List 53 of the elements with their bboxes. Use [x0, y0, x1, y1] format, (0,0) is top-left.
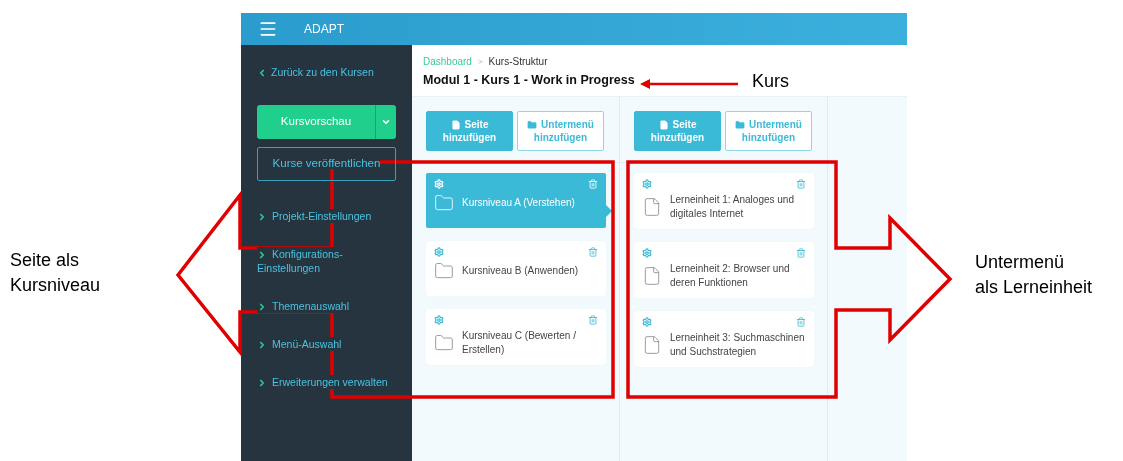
nav-link[interactable]: Projekt-Einstellungen	[257, 208, 372, 223]
settings-icon[interactable]	[434, 247, 444, 257]
item-card[interactable]: Kursniveau C (Bewerten / Erstellen)	[426, 309, 606, 365]
file-icon	[642, 266, 662, 286]
item-card[interactable]: Kursniveau B (Anwenden)	[426, 241, 606, 296]
item-title: Lerneinheit 1: Analoges und digitales Internet	[670, 193, 795, 221]
trash-icon[interactable]	[588, 179, 598, 189]
trash-icon[interactable]	[796, 248, 806, 258]
breadcrumb-separator: >	[477, 55, 483, 68]
item-title: Kursniveau B (Anwenden)	[462, 264, 579, 278]
chevron-icon	[257, 339, 267, 350]
pointer-icon	[606, 205, 612, 217]
file-icon	[642, 197, 662, 217]
item-title: Kursniveau A (Verstehen)	[462, 196, 575, 210]
chevron-icon	[257, 211, 267, 222]
item-title: Kursniveau C (Bewerten / Erstellen)	[462, 329, 577, 357]
callout-label: Untermenü als Lerneinheit	[975, 251, 1094, 299]
menu-icon[interactable]	[258, 19, 278, 39]
item-card[interactable]: Lerneinheit 1: Analoges und digitales Internet	[634, 173, 814, 229]
settings-icon[interactable]	[642, 248, 652, 258]
item-title: Lerneinheit 3: Suchmaschinen und Suchstrategien	[670, 331, 806, 359]
dropdown-button[interactable]	[375, 104, 396, 139]
callout-label: Kurs	[752, 70, 789, 93]
settings-icon[interactable]	[642, 179, 652, 189]
folder-icon	[434, 193, 454, 213]
item-card[interactable]: Lerneinheit 3: Suchmaschinen und Suchstrategien	[634, 311, 814, 367]
nav-link[interactable]: Erweiterungen verwalten	[257, 374, 388, 389]
breadcrumb-current: Kurs-Struktur	[488, 55, 548, 69]
folder-icon	[434, 333, 454, 353]
trash-icon[interactable]	[796, 317, 806, 327]
back-link[interactable]: Zurück zu den Kursen	[257, 65, 396, 81]
item-card[interactable]: Lerneinheit 2: Browser und deren Funktionen	[634, 242, 814, 298]
chevron-icon	[257, 67, 267, 78]
settings-icon[interactable]	[642, 317, 652, 327]
publish-button[interactable]: Kurse veröffentlichen	[257, 146, 396, 181]
file-icon	[658, 119, 669, 130]
settings-icon[interactable]	[434, 315, 444, 325]
file-icon	[642, 335, 662, 355]
file-icon	[450, 119, 461, 130]
item-title: Lerneinheit 2: Browser und deren Funktionen	[670, 262, 791, 290]
app-name: ADAPT	[304, 21, 344, 38]
trash-icon[interactable]	[588, 247, 598, 257]
trash-icon[interactable]	[588, 315, 598, 325]
page-title: Modul 1 - Kurs 1 - Work in Progress	[423, 72, 635, 89]
chevron-icon	[257, 249, 267, 260]
chevron-icon	[257, 377, 267, 388]
chevron-icon	[257, 301, 267, 312]
folder-icon	[434, 261, 454, 281]
nav-link[interactable]: Menü-Auswahl	[257, 336, 342, 351]
folder-icon	[735, 119, 746, 130]
folder-icon	[527, 119, 538, 130]
trash-icon[interactable]	[796, 179, 806, 189]
callout-label: Seite als Kursniveau	[10, 249, 101, 297]
